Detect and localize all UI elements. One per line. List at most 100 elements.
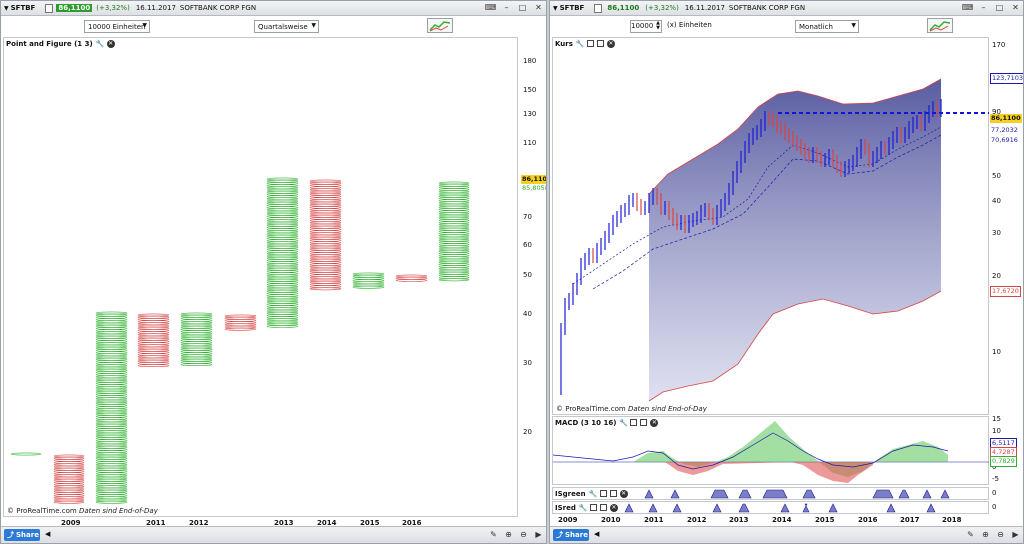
chevron-down-icon: ▼ bbox=[142, 22, 147, 29]
price-change: (+3,32%) bbox=[96, 4, 130, 12]
share-icon: ⤴ bbox=[556, 531, 563, 539]
keyboard-icon[interactable]: ⌨ bbox=[485, 3, 497, 13]
drawing-tool-icon[interactable]: ✎ bbox=[965, 529, 976, 540]
document-icon[interactable] bbox=[594, 3, 603, 13]
quantity-stepper[interactable]: 10000 ▲ ▼ bbox=[630, 20, 662, 33]
scroll-left-icon[interactable]: ◀ bbox=[45, 530, 50, 538]
zoom-in-icon[interactable]: ⊕ bbox=[503, 529, 514, 540]
scroll-left-icon[interactable]: ◀ bbox=[594, 530, 599, 538]
pnf-column bbox=[137, 313, 170, 368]
price-chart bbox=[560, 78, 989, 402]
isred-y-tick: 0 bbox=[992, 503, 997, 511]
watermark: © ProRealTime.com Daten sind End-of-Day bbox=[7, 507, 158, 515]
wrench-icon[interactable]: 🔧 bbox=[579, 504, 588, 512]
minimize-icon[interactable]: – bbox=[978, 3, 989, 13]
watermark-brand: © ProRealTime.com bbox=[556, 405, 626, 413]
instrument-name: SOFTBANK CORP FGN bbox=[728, 4, 806, 12]
period-select[interactable]: Quartalsweise ▼ bbox=[254, 20, 319, 33]
stepper-arrows-icon[interactable]: ▲ ▼ bbox=[656, 21, 660, 31]
close-icon[interactable]: ✕ bbox=[609, 503, 618, 512]
zoom-in-icon[interactable]: ⊕ bbox=[980, 529, 991, 540]
isred-chart bbox=[624, 503, 936, 513]
last-price-tag: 86,1100 bbox=[521, 175, 546, 184]
close-icon[interactable]: ✕ bbox=[619, 489, 628, 498]
wrench-icon[interactable]: 🔧 bbox=[576, 40, 585, 48]
share-label: Share bbox=[16, 531, 39, 539]
macd-y-tick: -5 bbox=[992, 475, 999, 483]
chart-type-icon[interactable] bbox=[927, 18, 953, 33]
y-tick: 40 bbox=[523, 310, 532, 318]
y-tick: 60 bbox=[523, 241, 532, 249]
pnf-column bbox=[224, 314, 257, 331]
x-tick: 2010 bbox=[601, 516, 621, 524]
y-tick: 110 bbox=[523, 139, 537, 147]
share-button[interactable]: ⤴ Share bbox=[553, 529, 589, 541]
minimize-icon[interactable]: – bbox=[501, 3, 512, 13]
ma-slow-tag: 70,6916 bbox=[991, 136, 1018, 144]
x-tick: 2014 bbox=[772, 516, 792, 524]
macd-chart bbox=[553, 421, 989, 483]
pnf-column bbox=[10, 452, 42, 456]
indicator-pulses bbox=[624, 503, 936, 513]
indicator-pulses bbox=[644, 489, 950, 499]
keyboard-icon[interactable]: ⌨ bbox=[962, 3, 974, 13]
ticker-symbol[interactable]: SFTBF bbox=[11, 4, 36, 12]
dropdown-arrow-icon[interactable]: ▼ bbox=[4, 5, 9, 12]
watermark: © ProRealTime.com Daten sind End-of-Day bbox=[556, 405, 707, 413]
maximize-panel-icon[interactable] bbox=[586, 40, 594, 47]
close-icon[interactable]: ✕ bbox=[1010, 3, 1021, 13]
chevron-down-icon: ▼ bbox=[851, 22, 856, 29]
close-icon[interactable]: ✕ bbox=[106, 39, 115, 48]
maximize-icon[interactable]: □ bbox=[994, 3, 1005, 13]
watermark-brand: © ProRealTime.com bbox=[7, 507, 77, 515]
y-tick: 30 bbox=[523, 359, 532, 367]
quote-date: 16.11.2017 bbox=[684, 4, 725, 12]
chart-type-icon[interactable] bbox=[427, 18, 453, 33]
units-select[interactable]: 10000 Einheiten ▼ bbox=[84, 20, 150, 33]
y-tick: 170 bbox=[992, 41, 1006, 49]
close-icon[interactable]: ✕ bbox=[533, 3, 544, 13]
period-select-value: Monatlich bbox=[799, 22, 833, 31]
share-button[interactable]: ⤴ Share bbox=[4, 529, 40, 541]
zoom-out-icon[interactable]: ⊖ bbox=[995, 529, 1006, 540]
close-icon[interactable]: ✕ bbox=[606, 39, 615, 48]
detach-panel-icon[interactable] bbox=[599, 504, 607, 511]
wrench-icon[interactable]: 🔧 bbox=[589, 490, 598, 498]
scroll-right-icon[interactable]: ▶ bbox=[1010, 529, 1021, 540]
price-panel-header: Kurs 🔧 ✕ bbox=[553, 38, 615, 49]
chevron-down-icon: ▼ bbox=[311, 22, 316, 29]
y-tick: 30 bbox=[992, 229, 1001, 237]
last-price-tag: 86,1100 bbox=[990, 114, 1022, 123]
macd-y-tick: 15 bbox=[992, 415, 1001, 423]
drawing-tool-icon[interactable]: ✎ bbox=[488, 529, 499, 540]
y-tick: 50 bbox=[523, 271, 532, 279]
detach-panel-icon[interactable] bbox=[609, 490, 617, 497]
y-tick: 20 bbox=[523, 428, 532, 436]
y-tick: 70 bbox=[523, 213, 532, 221]
window-statusbar: ⤴ Share ◀ ✎ ⊕ ⊖ ▶ bbox=[550, 526, 1023, 543]
watermark-note: Daten sind End-of-Day bbox=[78, 507, 158, 515]
pnf-column bbox=[352, 272, 385, 289]
zoom-out-icon[interactable]: ⊖ bbox=[518, 529, 529, 540]
wrench-icon[interactable]: 🔧 bbox=[96, 40, 105, 48]
ticker-symbol[interactable]: SFTBF bbox=[560, 4, 585, 12]
pnf-column bbox=[95, 311, 128, 504]
maximize-panel-icon[interactable] bbox=[589, 504, 597, 511]
macd-y-tick: 10 bbox=[992, 427, 1001, 435]
x-tick: 2015 bbox=[815, 516, 835, 524]
lower-band-tag: 17,6720 bbox=[990, 286, 1021, 297]
period-select[interactable]: Monatlich ▼ bbox=[795, 20, 859, 33]
pnf-column bbox=[395, 274, 428, 282]
dropdown-arrow-icon[interactable]: ▼ bbox=[553, 5, 558, 12]
document-icon[interactable] bbox=[45, 3, 54, 13]
detach-panel-icon[interactable] bbox=[596, 40, 604, 47]
price-change: (+3,32%) bbox=[645, 4, 679, 12]
maximize-panel-icon[interactable] bbox=[599, 490, 607, 497]
scroll-right-icon[interactable]: ▶ bbox=[533, 529, 544, 540]
x-tick: 2012 bbox=[687, 516, 707, 524]
pnf-chart-window: ▼ SFTBF 86,1100 (+3,32%) 16.11.2017 SOFT… bbox=[0, 0, 547, 544]
x-tick: 2018 bbox=[942, 516, 962, 524]
monthly-chart-window: ▼ SFTBF 86,1100 (+3,32%) 16.11.2017 SOFT… bbox=[549, 0, 1024, 544]
maximize-icon[interactable]: □ bbox=[517, 3, 528, 13]
y-tick: 10 bbox=[992, 348, 1001, 356]
